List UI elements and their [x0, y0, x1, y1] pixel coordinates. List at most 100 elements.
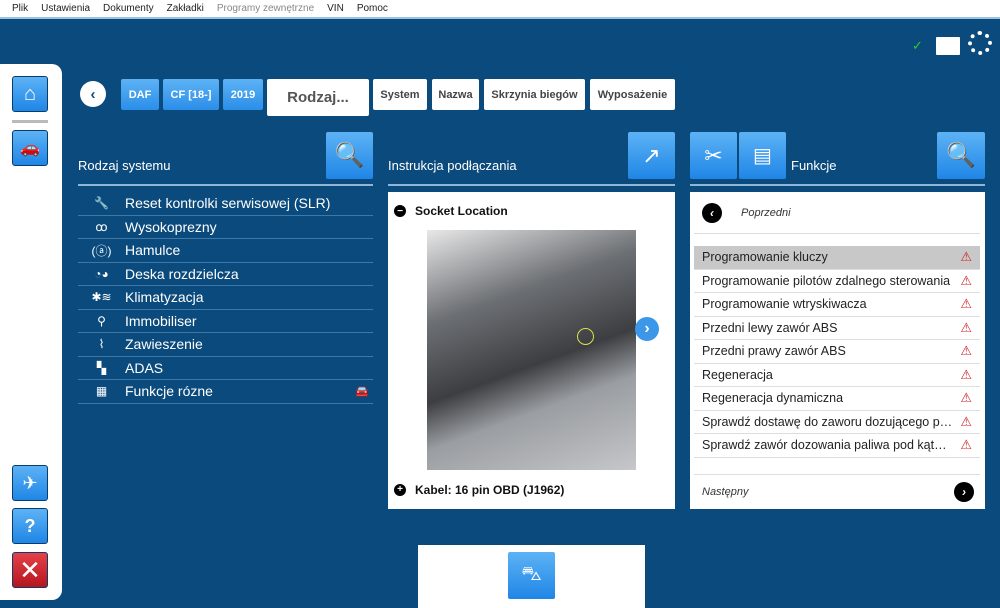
menu-settings[interactable]: Ustawienia [41, 3, 90, 14]
menu-bar: Plik Ustawienia Dokumenty Zakładki Progr… [0, 0, 1000, 19]
functions-title: Funkcje [791, 158, 837, 173]
airplane-icon: ✈ [22, 472, 38, 493]
glow-plug-icon: ꝏ [95, 219, 108, 234]
function-item[interactable]: Programowanie wtryskiwacza ⚠ [694, 293, 980, 317]
crumb-gearbox[interactable]: Skrzynia biegów [484, 79, 585, 110]
menu-bookmarks[interactable]: Zakładki [167, 3, 204, 14]
menu-file[interactable]: Plik [12, 3, 28, 14]
vehicle-scan-button[interactable]: ⛍ [508, 552, 555, 599]
network-icon: ▦ [95, 384, 108, 399]
system-item[interactable]: ✱≋ Klimatyzacja [78, 286, 373, 310]
menu-help[interactable]: Pomoc [357, 3, 388, 14]
function-item[interactable]: Programowanie kluczy ⚠ [694, 246, 980, 270]
function-item-label: Regeneracja [702, 367, 773, 382]
cable-label: Kabel: 16 pin OBD (J1962) [415, 482, 565, 497]
climate-icon: ✱≋ [91, 290, 112, 305]
close-button[interactable]: ✕ [12, 552, 48, 588]
update-button[interactable]: ✈ [12, 465, 48, 501]
system-item[interactable]: ⚲ Immobiliser [78, 310, 373, 333]
system-item[interactable]: ◔◕ Deska rozdzielcza [78, 263, 373, 286]
external-link-icon: ↗ [642, 142, 661, 168]
system-item-label: Reset kontrolki serwisowej (SLR) [125, 195, 331, 212]
warning-icon: ⚠ [960, 249, 972, 265]
function-item-label: Przedni prawy zawór ABS [702, 344, 846, 359]
bottom-panel: ⛍ [418, 545, 645, 608]
tools-icon: ✂ [704, 142, 723, 168]
menu-documents[interactable]: Dokumenty [103, 3, 154, 14]
crumb-year[interactable]: 2019 [223, 79, 263, 110]
system-item[interactable]: ▚ ADAS [78, 357, 373, 380]
car-front-icon: ⛍ [521, 563, 542, 585]
function-item-label: Regeneracja dynamiczna [702, 391, 844, 406]
warning-icon: ⚠ [960, 296, 972, 312]
sidebar: ⌂ 🚗 ✈ ? ✕ [0, 64, 62, 600]
function-item-label: Przedni lewy zawór ABS [702, 320, 838, 335]
function-item-label: Programowanie wtryskiwacza [702, 297, 867, 312]
function-item[interactable]: Regeneracja dynamiczna ⚠ [694, 387, 980, 411]
function-item[interactable]: Programowanie pilotów zdalnego sterowani… [694, 270, 980, 293]
system-item-label: Hamulce [125, 242, 181, 259]
crumb-equipment[interactable]: Wyposażenie [590, 79, 675, 110]
chevron-left-icon: ‹ [90, 85, 96, 103]
system-item[interactable]: ⌇ Zawieszenie [78, 333, 373, 357]
function-item[interactable]: Sprawdź dostawę do zaworu dozującego p… ⚠ [694, 411, 980, 434]
warning-icon: ⚠ [960, 390, 972, 406]
diagnostics-button[interactable]: ▤ [739, 132, 786, 179]
report-icon: ▤ [753, 145, 772, 167]
warning-icon: ⚠ [960, 272, 972, 288]
adas-icon: ▚ [96, 360, 107, 375]
crumb-current[interactable]: Rodzaj... [267, 79, 369, 116]
previous-button[interactable]: ‹ Poprzedni [694, 192, 980, 234]
function-item[interactable]: Przedni prawy zawór ABS ⚠ [694, 340, 980, 364]
system-item-label: Deska rozdzielcza [125, 265, 239, 282]
function-item[interactable]: Sprawdź zawór dozowania paliwa pod kąt… ⚠ [694, 434, 980, 458]
car-icon: 🚗 [20, 140, 40, 157]
crumb-model[interactable]: CF [18-] [163, 79, 219, 110]
crumb-name[interactable]: Nazwa [432, 79, 479, 110]
socket-header[interactable]: − Socket Location [388, 192, 675, 230]
next-label: Następny [702, 485, 749, 498]
menu-external-programs: Programy zewnętrzne [216, 3, 315, 14]
search-icon: 🔍 [946, 142, 976, 169]
warning-icon: ⚠ [960, 343, 972, 359]
socket-location-image [427, 230, 636, 470]
home-icon: ⌂ [23, 82, 37, 105]
help-button[interactable]: ? [12, 508, 48, 544]
battery-icon [936, 37, 960, 55]
crumb-system[interactable]: System [373, 79, 427, 110]
divider [388, 184, 675, 186]
chevron-right-icon: › [954, 481, 974, 502]
key-icon: ⚲ [97, 313, 106, 328]
cable-row[interactable]: + Kabel: 16 pin OBD (J1962) [388, 470, 675, 509]
warning-icon: ⚠ [960, 413, 972, 429]
connection-panel: − Socket Location › + Kabel: 16 pin OBD (J… [388, 192, 675, 509]
previous-label: Poprzedni [741, 206, 791, 219]
system-item[interactable]: (ⓐ) Hamulce [78, 239, 373, 263]
chevron-right-icon: › [644, 320, 650, 337]
home-button[interactable]: ⌂ [12, 76, 48, 112]
vehicle-button[interactable]: 🚗 [12, 130, 48, 166]
socket-label: Socket Location [415, 204, 508, 218]
help-icon: ? [24, 515, 36, 536]
next-button[interactable]: Następny › [694, 474, 980, 508]
divider [690, 184, 985, 186]
tools-button[interactable]: ✂ [690, 132, 737, 179]
system-item[interactable]: ▦ Funkcje rózne 🚘 [78, 380, 373, 404]
function-item[interactable]: Regeneracja ⚠ [694, 364, 980, 387]
menu-vin[interactable]: VIN [327, 3, 344, 14]
next-image-button[interactable]: › [635, 317, 659, 341]
dashboard-icon: ◔◕ [94, 266, 109, 281]
system-item-label: Immobiliser [125, 312, 197, 329]
open-external-button[interactable]: ↗ [628, 132, 675, 179]
back-button[interactable]: ‹ [80, 81, 106, 107]
wrench-icon: 🔧 [94, 196, 109, 211]
systems-search-button[interactable]: 🔍 [326, 132, 373, 179]
car-add-icon[interactable]: 🚘 [355, 385, 369, 398]
system-item[interactable]: 🔧 Reset kontrolki serwisowej (SLR) [78, 192, 373, 216]
function-item[interactable]: Przedni lewy zawór ABS ⚠ [694, 317, 980, 340]
crumb-make[interactable]: DAF [121, 79, 159, 110]
functions-search-button[interactable]: 🔍 [937, 132, 985, 179]
function-item-label: Sprawdź dostawę do zaworu dozującego p… [702, 414, 953, 429]
system-item-label: Funkcje rózne [125, 383, 213, 400]
system-item[interactable]: ꝏ Wysokoprezny [78, 216, 373, 239]
